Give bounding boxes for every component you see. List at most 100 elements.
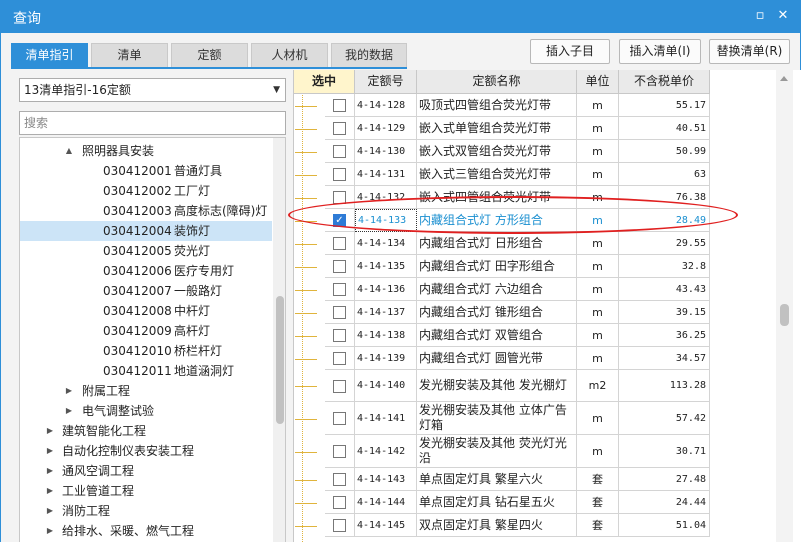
tree-item-label: 消防工程: [62, 504, 111, 518]
grid-scrollbar-thumb[interactable]: [780, 304, 789, 326]
expand-icon[interactable]: ▶: [45, 501, 55, 521]
tree-item[interactable]: ▶ 消防工程: [20, 501, 272, 521]
tree-item-code: 030412011: [103, 364, 172, 378]
tree-item[interactable]: 030412001 普通灯具: [20, 161, 272, 181]
checkbox[interactable]: [333, 237, 346, 250]
price-cell: 55.17: [619, 94, 710, 117]
expand-icon[interactable]: ▶: [45, 421, 55, 441]
tree-scrollbar-thumb[interactable]: [276, 296, 284, 424]
table-row[interactable]: 4-14-130 嵌入式双管组合荧光灯带 m 50.99: [294, 140, 710, 163]
table-row[interactable]: 4-14-140 发光棚安装及其他 发光棚灯 m2 113.28: [294, 370, 710, 402]
tree-item[interactable]: ▶ 电气调整试验: [20, 401, 272, 421]
table-row[interactable]: 4-14-145 双点固定灯具 繁星四火套 51.04: [294, 514, 710, 537]
checkbox[interactable]: [333, 445, 346, 458]
checkbox[interactable]: [333, 260, 346, 273]
tree-item[interactable]: ▶ 建筑智能化工程: [20, 421, 272, 441]
checkbox[interactable]: [333, 473, 346, 486]
search-input[interactable]: [19, 111, 286, 135]
restore-icon[interactable]: ▫: [752, 8, 768, 24]
header-select[interactable]: 选中: [294, 70, 355, 94]
guide-library-select[interactable]: 13清单指引-16定额 ▼: [19, 78, 286, 102]
grid-scrollbar[interactable]: [776, 70, 793, 542]
expand-icon[interactable]: ▶: [64, 381, 74, 401]
checkbox[interactable]: [333, 168, 346, 181]
tree-item[interactable]: ▶ 自动化控制仪表安装工程: [20, 441, 272, 461]
tree-item[interactable]: ▶ 给排水、采暖、燃气工程: [20, 521, 272, 541]
table-row[interactable]: 4-14-134 内藏组合式灯 日形组合 m 29.55: [294, 232, 710, 255]
tree-item[interactable]: 030412003 高度标志(障碍)灯: [20, 201, 272, 221]
select-cell: [325, 94, 355, 117]
checkbox[interactable]: [333, 412, 346, 425]
checkbox[interactable]: [333, 352, 346, 365]
table-row[interactable]: 4-14-144 单点固定灯具 钻石星五火套 24.44: [294, 491, 710, 514]
table-row[interactable]: 4-14-132 嵌入式四管组合荧光灯带 m 76.38: [294, 186, 710, 209]
checkbox[interactable]: [333, 519, 346, 532]
table-row[interactable]: 4-14-138 内藏组合式灯 双管组合 m 36.25: [294, 324, 710, 347]
tree-item[interactable]: 030412011 地道涵洞灯: [20, 361, 272, 381]
tree-item[interactable]: 030412006 医疗专用灯: [20, 261, 272, 281]
unit-cell: 套: [577, 468, 619, 491]
tree-connector: [295, 313, 317, 314]
checkbox[interactable]: [333, 380, 346, 393]
quota-code-cell: 4-14-131: [355, 163, 417, 186]
tab-list-guide[interactable]: 清单指引: [11, 43, 88, 67]
tree-item[interactable]: ▶ 通风空调工程: [20, 461, 272, 481]
tree-item[interactable]: 030412010 桥栏杆灯: [20, 341, 272, 361]
checkbox[interactable]: [333, 496, 346, 509]
quota-code-cell: 4-14-142: [355, 435, 417, 468]
checkbox[interactable]: [333, 145, 346, 158]
checkbox[interactable]: [333, 283, 346, 296]
table-row[interactable]: 4-14-137 内藏组合式灯 锥形组合 m 39.15: [294, 301, 710, 324]
tree-item[interactable]: 030412004 装饰灯: [20, 221, 272, 241]
tab-my-data[interactable]: 我的数据: [331, 43, 407, 67]
checkbox[interactable]: [333, 99, 346, 112]
tab-list[interactable]: 清单: [91, 43, 168, 67]
tab-quota[interactable]: 定额: [171, 43, 248, 67]
collapse-icon[interactable]: ▲: [64, 141, 74, 161]
table-row[interactable]: 4-14-139 内藏组合式灯 圆管光带 m 34.57: [294, 347, 710, 370]
insert-list-button[interactable]: 插入清单(I): [619, 39, 701, 64]
table-row[interactable]: 4-14-131 嵌入式三管组合荧光灯带 m 63: [294, 163, 710, 186]
expand-icon[interactable]: ▶: [45, 521, 55, 541]
checkbox[interactable]: [333, 191, 346, 204]
tree-item-code: 030412001: [103, 164, 172, 178]
tree-item-label: 一般路灯: [174, 284, 223, 298]
tree-item[interactable]: ▶ 工业管道工程: [20, 481, 272, 501]
quota-name-cell: 嵌入式四管组合荧光灯带: [417, 186, 577, 209]
tree-item[interactable]: 030412005 荧光灯: [20, 241, 272, 261]
tree-item[interactable]: 030412007 一般路灯: [20, 281, 272, 301]
table-row[interactable]: ✓ 4-14-133 内藏组合式灯 方形组合 m 28.49: [294, 209, 710, 232]
table-row[interactable]: 4-14-128 吸顶式四管组合荧光灯带 m 55.17: [294, 94, 710, 117]
tree-item[interactable]: ▶ 附属工程: [20, 381, 272, 401]
table-row[interactable]: 4-14-143 单点固定灯具 繁星六火套 27.48: [294, 468, 710, 491]
table-row[interactable]: 4-14-141 发光棚安装及其他 立体广告灯箱 m 57.42: [294, 402, 710, 435]
scroll-up-icon[interactable]: [780, 76, 788, 81]
checkbox[interactable]: [333, 306, 346, 319]
expand-icon[interactable]: ▶: [64, 401, 74, 421]
close-icon[interactable]: ✕: [775, 8, 791, 24]
expand-icon[interactable]: ▶: [45, 481, 55, 501]
replace-list-button[interactable]: 替换清单(R): [709, 39, 790, 64]
quota-name-cell: 内藏组合式灯 双管组合: [417, 324, 577, 347]
tree-item[interactable]: 030412002 工厂灯: [20, 181, 272, 201]
expand-icon[interactable]: ▶: [45, 441, 55, 461]
header-name[interactable]: 定额名称: [417, 70, 577, 94]
tab-labor-material-machine[interactable]: 人材机: [251, 43, 328, 67]
table-row[interactable]: 4-14-135 内藏组合式灯 田字形组合 m 32.8: [294, 255, 710, 278]
table-row[interactable]: 4-14-136 内藏组合式灯 六边组合 m 43.43: [294, 278, 710, 301]
tree-item[interactable]: ▲ 照明器具安装: [20, 141, 272, 161]
checkbox[interactable]: [333, 329, 346, 342]
tree-item[interactable]: 030412008 中杆灯: [20, 301, 272, 321]
table-row[interactable]: 4-14-142 发光棚安装及其他 荧光灯光沿 m 30.71: [294, 435, 710, 468]
tree-scrollbar[interactable]: [273, 138, 285, 542]
header-code[interactable]: 定额号: [355, 70, 417, 94]
tree-item[interactable]: 030412009 高杆灯: [20, 321, 272, 341]
quota-code-cell: 4-14-145: [355, 514, 417, 537]
header-unit[interactable]: 单位: [577, 70, 619, 94]
insert-child-button[interactable]: 插入子目: [530, 39, 610, 64]
checkbox[interactable]: [333, 122, 346, 135]
expand-icon[interactable]: ▶: [45, 461, 55, 481]
header-price[interactable]: 不含税单价: [619, 70, 710, 94]
checkbox-checked[interactable]: ✓: [333, 214, 346, 227]
table-row[interactable]: 4-14-129 嵌入式单管组合荧光灯带 m 40.51: [294, 117, 710, 140]
